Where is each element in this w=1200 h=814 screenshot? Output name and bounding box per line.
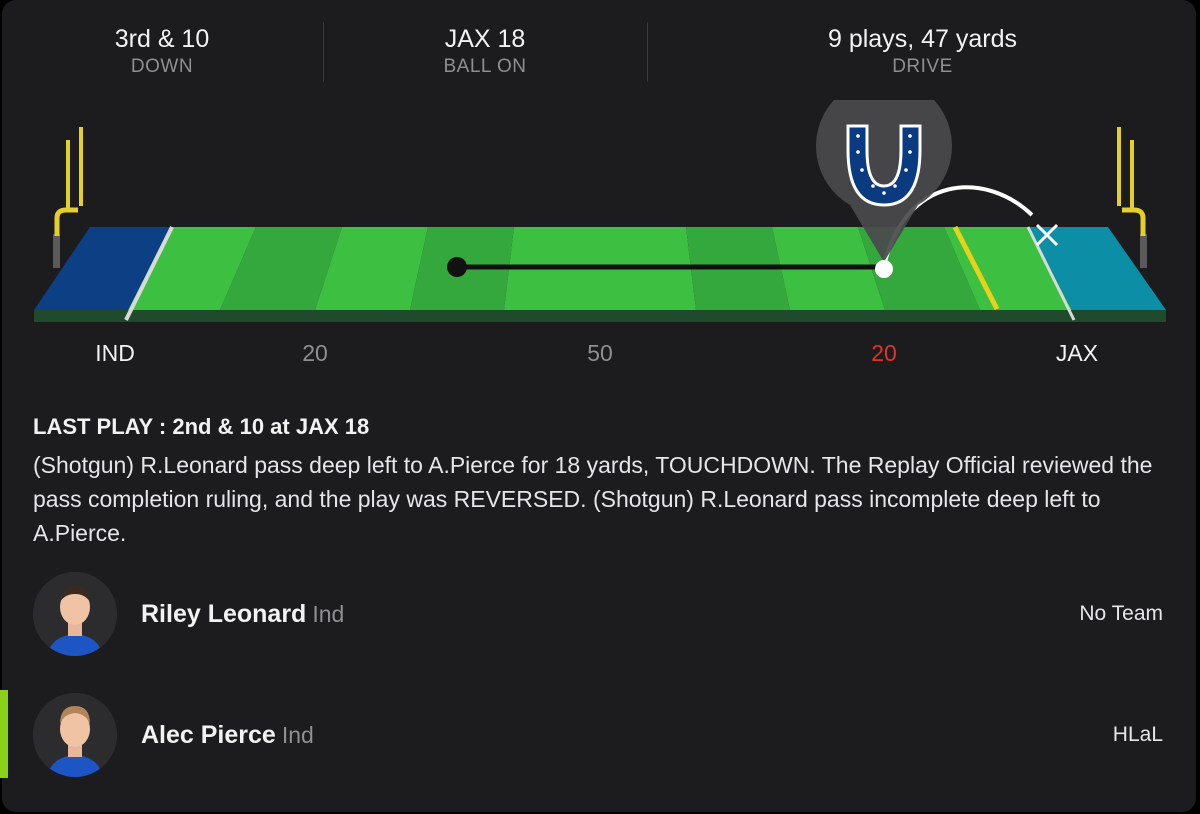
field-graphic [34,100,1166,322]
down-stat: 3rd & 10 DOWN [62,24,262,78]
yard-label-50: 50 [587,340,613,366]
ball-on-stat: JAX 18 BALL ON [385,24,585,78]
player-name: Riley Leonard Ind [141,600,345,628]
stat-divider [323,22,324,82]
ball-on-value: JAX 18 [444,25,526,53]
player-row[interactable]: Riley Leonard Ind No Team [0,572,1200,672]
ball-on-label: BALL ON [443,56,527,77]
player-name: Alec Pierce Ind [141,721,314,749]
field-edge [34,310,1166,322]
yard-label-ind: IND [95,340,135,366]
right-goalpost-icon [1117,127,1147,268]
last-play-description: (Shotgun) R.Leonard pass deep left to A.… [33,452,1153,546]
yard-label-left-20: 20 [302,340,328,366]
drive-stat: 9 plays, 47 yards DRIVE [775,24,1070,78]
player-row[interactable]: Alec Pierce Ind HLaL [0,693,1200,793]
last-play-heading: LAST PLAY : 2nd & 10 at JAX 18 [33,414,370,439]
yard-label-jax: JAX [1055,340,1099,366]
drive-start-marker [447,257,467,277]
yard-label-right-20: 20 [871,340,897,366]
player-team: Ind [281,722,314,748]
drive-stats: 3rd & 10 DOWN JAX 18 BALL ON 9 plays, 47… [0,0,1200,100]
avatar [33,572,117,656]
stat-divider [647,22,648,82]
avatar [33,693,117,777]
player-status: HLaL [1112,723,1163,746]
player-team: Ind [312,601,345,627]
drive-value: 9 plays, 47 yards [828,25,1017,53]
player-status: No Team [1079,602,1163,625]
down-value: 3rd & 10 [114,25,210,53]
down-label: DOWN [130,56,194,77]
drive-label: DRIVE [892,56,953,77]
